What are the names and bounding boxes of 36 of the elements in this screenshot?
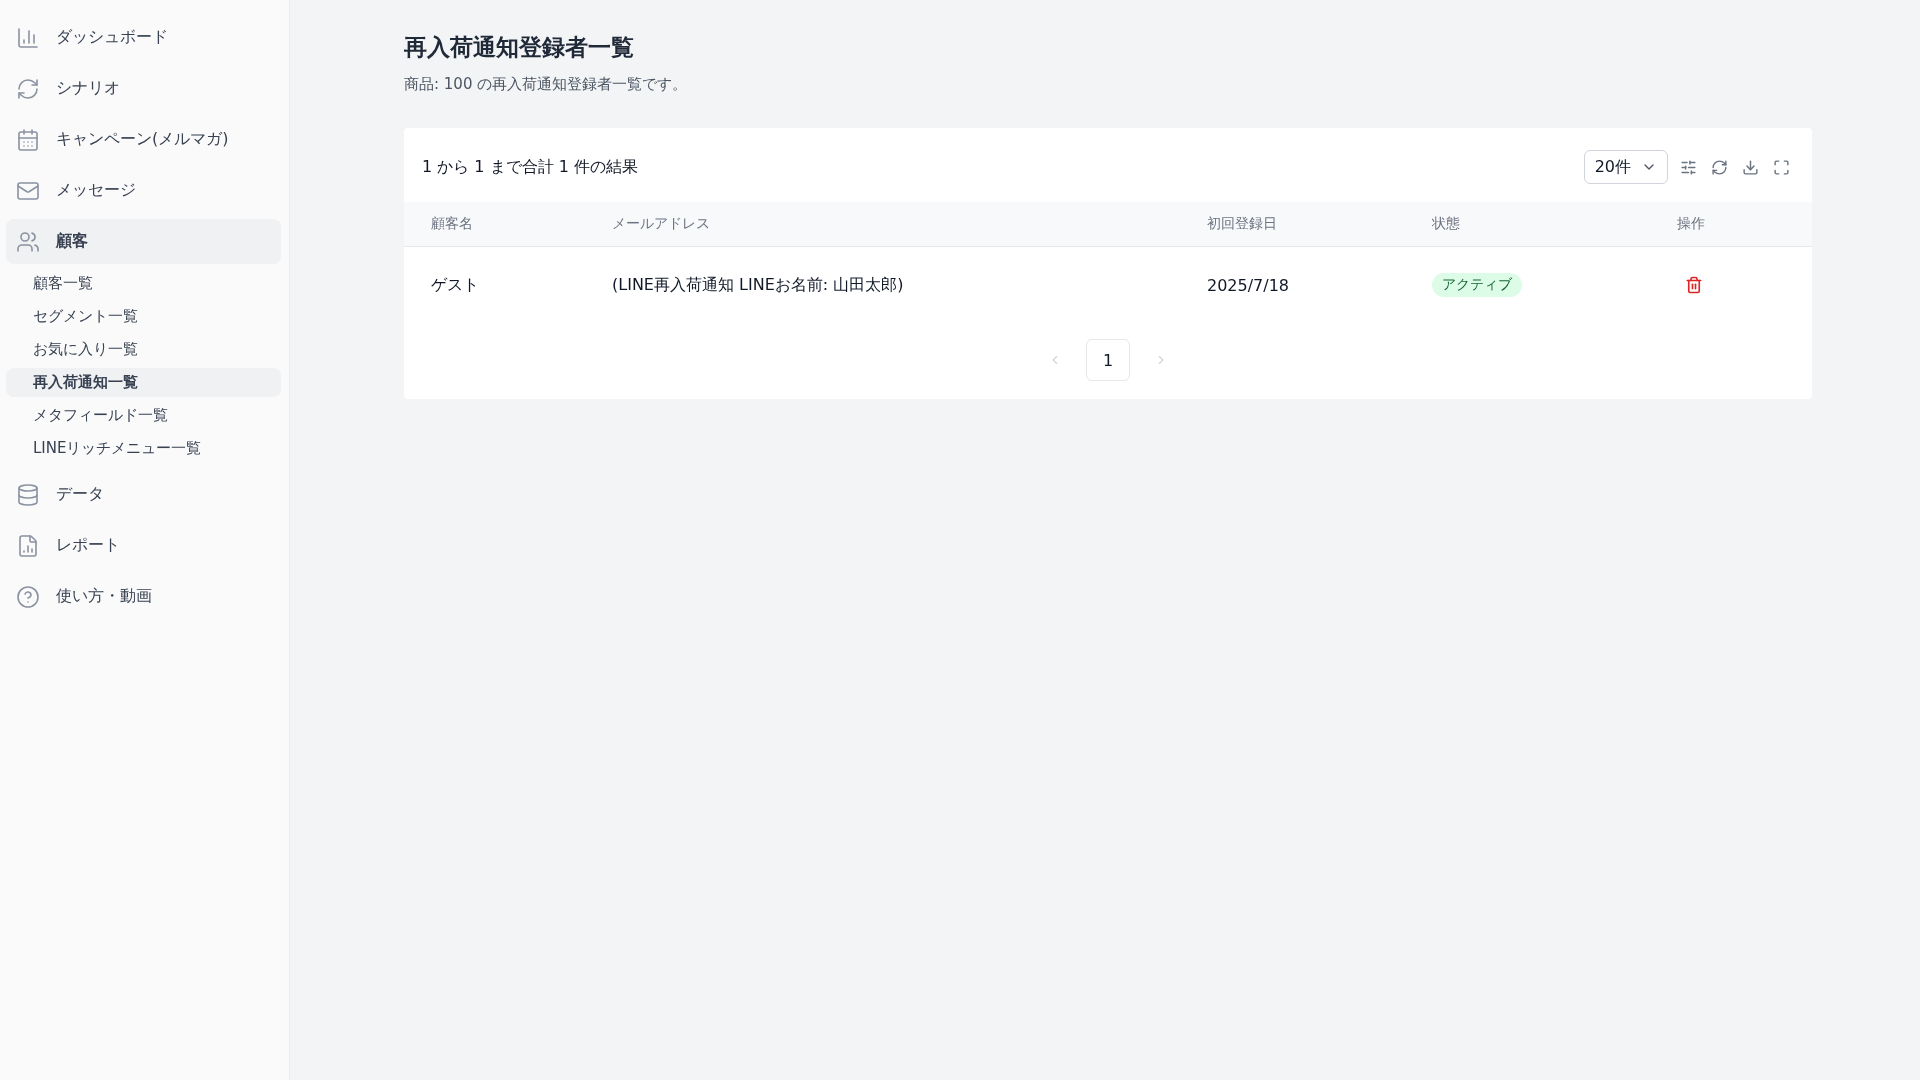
sidebar-subitem[interactable]: LINEリッチメニュー一覧 <box>6 434 281 463</box>
sidebar-item[interactable]: メッセージ <box>6 168 281 213</box>
column-header: 初回登録日 <box>1207 215 1277 233</box>
sidebar-item[interactable]: 使い方・動画 <box>6 574 281 619</box>
page-size-select[interactable]: 20件 <box>1583 150 1668 184</box>
help-icon <box>16 584 40 609</box>
column-header: 操作 <box>1677 215 1705 233</box>
page-title: 再入荷通知登録者一覧 <box>404 33 635 62</box>
sidebar-subitem[interactable]: メタフィールド一覧 <box>6 401 281 430</box>
sidebar-subitem[interactable]: 顧客一覧 <box>6 269 281 298</box>
delete-button[interactable] <box>1685 276 1703 294</box>
database-icon <box>16 482 40 507</box>
table-cell: ゲスト <box>431 274 479 296</box>
table-cell: 2025/7/18 <box>1207 275 1290 295</box>
table-cell: (LINE再入荷通知 LINEお名前: 山田太郎) <box>612 274 904 296</box>
page-subtitle: 商品: 100 の再入荷通知登録者一覧です。 <box>404 75 689 94</box>
column-header: 状態 <box>1432 215 1460 233</box>
sidebar-item[interactable]: レポート <box>6 523 281 568</box>
sidebar-item[interactable]: キャンペーン(メルマガ) <box>6 117 281 162</box>
column-header: メールアドレス <box>612 215 710 233</box>
sidebar-item[interactable]: 顧客 <box>6 219 281 264</box>
bar-chart-icon <box>16 25 40 50</box>
sidebar-subitem[interactable]: お気に入り一覧 <box>6 335 281 364</box>
status-badge: アクティブ <box>1432 273 1522 297</box>
calendar-icon <box>16 127 40 152</box>
sidebar-item[interactable]: ダッシュボード <box>6 15 281 60</box>
column-header: 顧客名 <box>431 215 473 233</box>
sidebar-subitem[interactable]: 再入荷通知一覧 <box>6 368 281 397</box>
sidebar-item[interactable]: シナリオ <box>6 66 281 111</box>
page-button[interactable]: 1 <box>1086 339 1130 381</box>
report-file-icon <box>16 533 40 558</box>
sidebar-subitem[interactable]: セグメント一覧 <box>6 302 281 331</box>
users-icon <box>16 229 40 254</box>
refresh-icon <box>16 76 40 101</box>
sidebar-item[interactable]: データ <box>6 472 281 517</box>
result-summary: 1 から 1 まで合計 1 件の結果 <box>422 156 638 178</box>
